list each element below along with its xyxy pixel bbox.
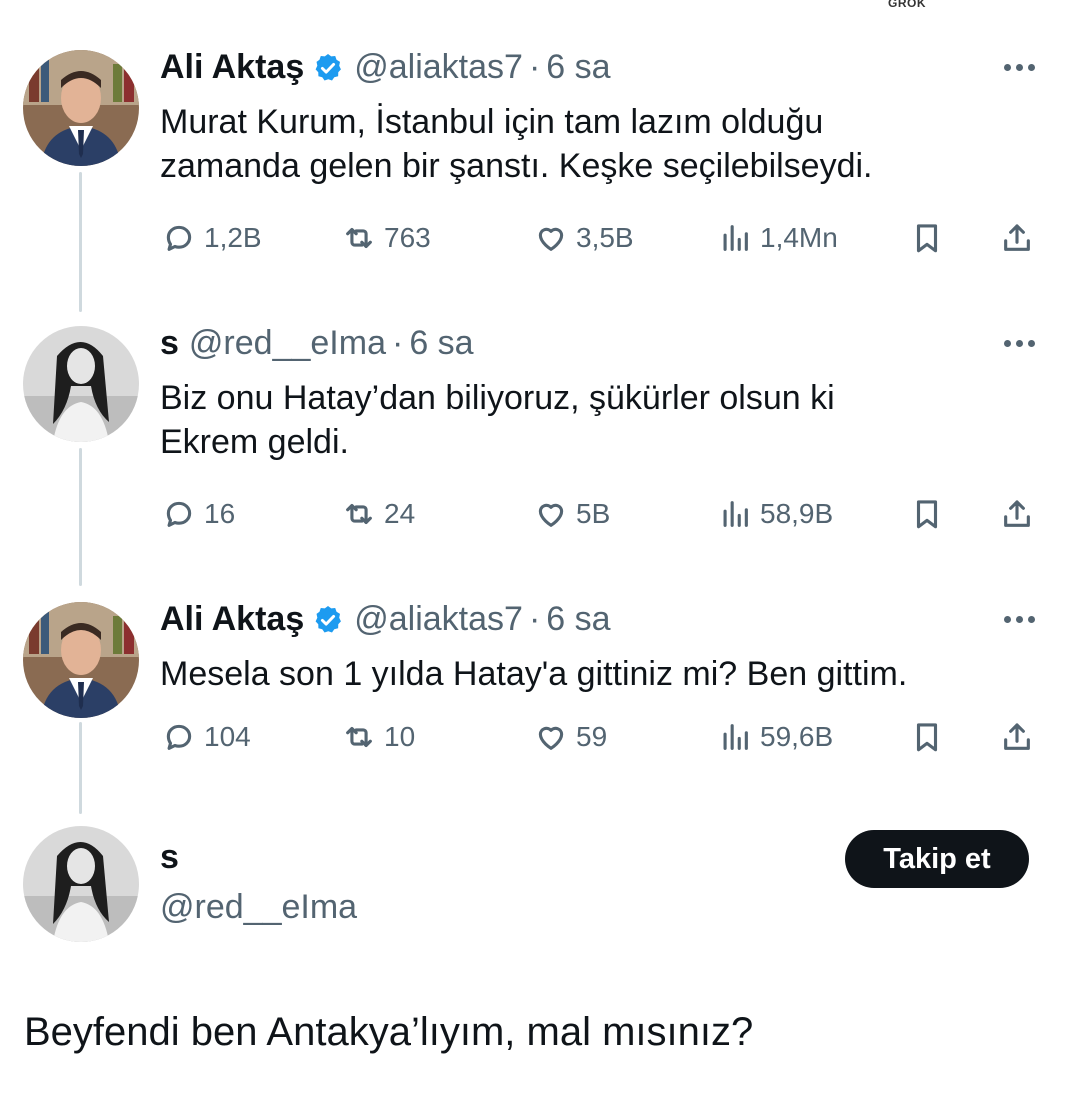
views-icon xyxy=(723,724,748,750)
thread-line xyxy=(79,448,82,586)
bookmark-icon xyxy=(916,500,938,529)
like-count: 5B xyxy=(576,498,611,529)
separator-dot: · xyxy=(528,600,541,638)
display-name[interactable]: Ali Aktaş xyxy=(160,600,304,639)
reply-icon xyxy=(166,501,192,527)
reply-count: 1,2B xyxy=(204,222,262,253)
views-button[interactable]: 59,6B xyxy=(718,720,833,754)
reply-icon xyxy=(166,724,192,750)
reply-count: 16 xyxy=(204,498,236,529)
like-count: 59 xyxy=(576,721,608,752)
bookmark-button[interactable] xyxy=(910,497,944,531)
timestamp[interactable]: 6 sa xyxy=(546,600,610,639)
tweet-text-line: zamanda gelen bir şanstı. Keşke seçilebi… xyxy=(160,147,873,185)
profile-handle[interactable]: @red__eIma xyxy=(160,888,357,927)
tweet-actions: 1,2B 763 3,5B 1,4Mn xyxy=(162,221,1042,261)
display-name[interactable]: Ali Aktaş xyxy=(160,48,304,87)
separator-dot: · xyxy=(528,48,541,86)
share-button[interactable] xyxy=(1000,497,1034,531)
thread-line xyxy=(79,172,82,312)
tweet-text: Mesela son 1 yılda Hatay'a gittiniz mi? … xyxy=(160,652,1040,696)
share-icon xyxy=(1004,500,1030,527)
grok-watermark: GROK xyxy=(888,0,926,10)
more-options-icon[interactable] xyxy=(1004,616,1035,623)
retweet-icon xyxy=(346,726,372,748)
timestamp[interactable]: 6 sa xyxy=(546,48,610,87)
verified-badge-icon xyxy=(312,52,344,84)
bookmark-icon xyxy=(916,723,938,752)
bookmark-button[interactable] xyxy=(910,221,944,255)
share-icon xyxy=(1004,723,1030,750)
handle[interactable]: @red__eIma xyxy=(189,324,386,363)
tweet-text: Biz onu Hatay’dan biliyoruz, şükürler ol… xyxy=(160,376,1040,464)
handle[interactable]: @aliaktas7 xyxy=(354,48,523,87)
more-options-icon[interactable] xyxy=(1004,64,1035,71)
views-count: 58,9B xyxy=(760,498,834,529)
timestamp[interactable]: 6 sa xyxy=(409,324,473,363)
reply-text: Beyfendi ben Antakya’lıyım, mal mısınız? xyxy=(24,1010,754,1054)
separator-dot: · xyxy=(391,324,404,362)
like-count: 3,5B xyxy=(576,222,634,253)
retweet-icon xyxy=(346,503,372,525)
retweet-icon xyxy=(346,227,372,249)
tweet-text-line: Ekrem geldi. xyxy=(160,423,349,461)
retweet-count: 24 xyxy=(384,498,416,529)
like-button[interactable]: 3,5B xyxy=(534,221,634,255)
handle[interactable]: @aliaktas7 xyxy=(354,600,523,639)
like-button[interactable]: 5B xyxy=(534,497,610,531)
retweet-count: 10 xyxy=(384,721,416,752)
avatar[interactable] xyxy=(23,602,139,718)
share-button[interactable] xyxy=(1000,720,1034,754)
tweet-text-line: Mesela son 1 yılda Hatay'a gittiniz mi? … xyxy=(160,655,908,693)
retweet-count: 763 xyxy=(384,222,431,253)
tweet-text-line: Murat Kurum, İstanbul için tam lazım old… xyxy=(160,103,824,141)
avatar[interactable] xyxy=(23,326,139,442)
thread-line xyxy=(79,722,82,814)
retweet-button[interactable]: 24 xyxy=(342,497,415,531)
verified-badge-icon xyxy=(312,604,344,636)
reply-button[interactable]: 1,2B xyxy=(162,221,262,255)
views-button[interactable]: 58,9B xyxy=(718,497,833,531)
avatar[interactable] xyxy=(23,826,139,942)
tweet-header: s @red__eIma · 6 sa xyxy=(160,324,474,363)
tweet-header: Ali Aktaş @aliaktas7 · 6 sa xyxy=(160,600,611,639)
tweet-text-line: Biz onu Hatay’dan biliyoruz, şükürler ol… xyxy=(160,379,835,417)
bookmark-icon xyxy=(916,224,938,253)
heart-icon xyxy=(538,726,564,750)
views-icon xyxy=(723,501,748,527)
reply-count: 104 xyxy=(204,721,251,752)
views-count: 59,6B xyxy=(760,721,834,752)
avatar[interactable] xyxy=(23,50,139,166)
views-button[interactable]: 1,4Mn xyxy=(718,221,838,255)
retweet-button[interactable]: 763 xyxy=(342,221,431,255)
follow-button[interactable]: Takip et xyxy=(845,830,1029,888)
tweet-actions: 16 24 5B 58,9B xyxy=(162,497,1042,537)
reply-button[interactable]: 16 xyxy=(162,497,235,531)
tweet-text: Murat Kurum, İstanbul için tam lazım old… xyxy=(160,100,1040,188)
reply-icon xyxy=(166,225,192,251)
profile-name[interactable]: s xyxy=(160,838,179,877)
heart-icon xyxy=(538,503,564,527)
more-options-icon[interactable] xyxy=(1004,340,1035,347)
display-name[interactable]: s xyxy=(160,324,179,363)
bookmark-button[interactable] xyxy=(910,720,944,754)
share-button[interactable] xyxy=(1000,221,1034,255)
retweet-button[interactable]: 10 xyxy=(342,720,415,754)
views-icon xyxy=(723,225,748,251)
views-count: 1,4Mn xyxy=(760,222,838,253)
tweet-header: Ali Aktaş @aliaktas7 · 6 sa xyxy=(160,48,611,87)
reply-button[interactable]: 104 xyxy=(162,720,251,754)
tweet-actions: 104 10 59 59,6B xyxy=(162,720,1042,760)
heart-icon xyxy=(538,227,564,251)
like-button[interactable]: 59 xyxy=(534,720,607,754)
share-icon xyxy=(1004,224,1030,251)
